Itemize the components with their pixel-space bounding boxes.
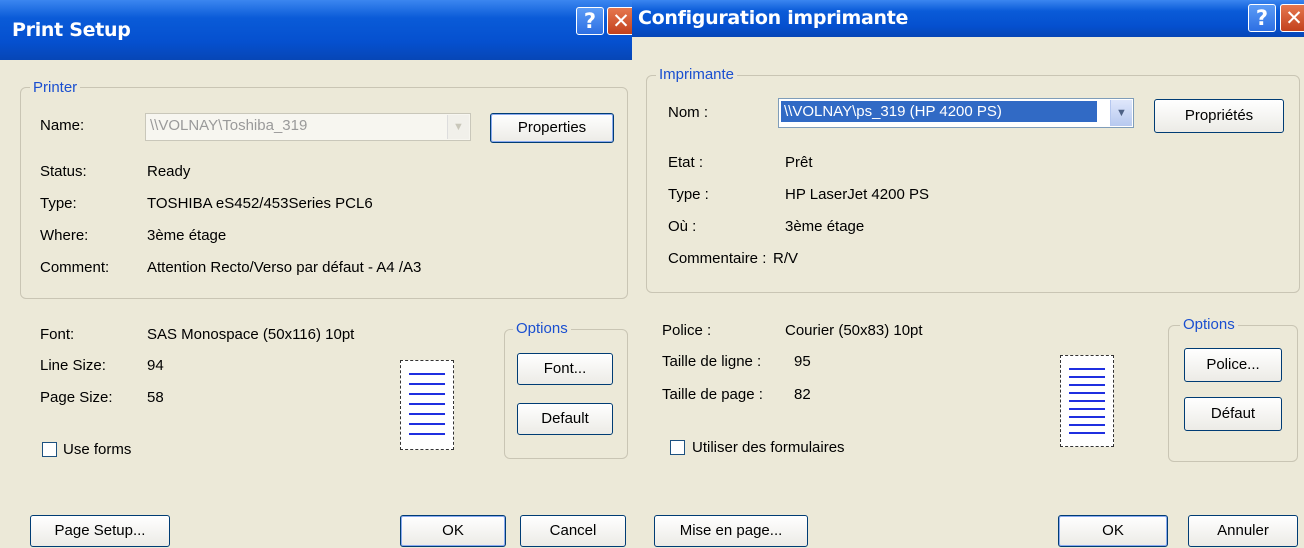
help-icon[interactable]: ? — [576, 7, 604, 35]
status-value: Ready — [147, 163, 191, 180]
page-setup-button[interactable]: Page Setup... — [30, 515, 170, 547]
properties-button[interactable]: Propriétés — [1154, 99, 1284, 133]
window-title: Configuration imprimante — [638, 7, 909, 29]
printer-group-label: Printer — [30, 79, 81, 96]
printer-name-select[interactable]: \\VOLNAY\Toshiba_319 ▼ — [145, 113, 471, 141]
chevron-down-icon[interactable]: ▼ — [447, 115, 469, 139]
comment-label: Comment: — [40, 259, 110, 276]
printer-group-label: Imprimante — [656, 66, 738, 83]
font-button[interactable]: Font... — [517, 353, 613, 385]
font-label: Font: — [40, 326, 75, 343]
close-icon[interactable]: ✕ — [607, 7, 632, 35]
page-size-value: 82 — [794, 386, 811, 403]
use-forms-checkbox[interactable] — [42, 442, 57, 457]
use-forms-label[interactable]: Utiliser des formulaires — [692, 439, 845, 456]
font-button[interactable]: Police... — [1184, 348, 1282, 382]
properties-button[interactable]: Properties — [490, 113, 614, 143]
where-label: Où : — [668, 218, 697, 235]
font-value: SAS Monospace (50x116) 10pt — [147, 326, 355, 343]
type-value: TOSHIBA eS452/453Series PCL6 — [147, 195, 373, 212]
page-preview-icon — [400, 360, 454, 450]
comment-label: Commentaire : — [668, 250, 767, 267]
page-setup-button[interactable]: Mise en page... — [654, 515, 808, 547]
help-icon[interactable]: ? — [1248, 4, 1276, 32]
options-group — [1168, 325, 1298, 462]
status-label: Etat : — [668, 154, 704, 171]
where-value: 3ème étage — [785, 218, 865, 235]
ok-button[interactable]: OK — [1058, 515, 1168, 547]
cancel-button[interactable]: Annuler — [1188, 515, 1298, 547]
title-bar: Print Setup ? ✕ — [0, 0, 632, 60]
comment-value: Attention Recto/Verso par défaut - A4 /A… — [147, 259, 422, 276]
ok-button[interactable]: OK — [400, 515, 506, 547]
name-label: Name: — [40, 117, 85, 134]
configuration-imprimante-dialog: Configuration imprimante ? ✕ Imprimante … — [632, 0, 1304, 548]
line-size-label: Taille de ligne : — [662, 353, 762, 370]
type-value: HP LaserJet 4200 PS — [785, 186, 929, 203]
options-group — [504, 329, 628, 459]
line-size-value: 95 — [794, 353, 811, 370]
options-group-label: Options — [513, 320, 571, 337]
comment-value: R/V — [773, 250, 799, 267]
close-icon[interactable]: ✕ — [1280, 4, 1304, 32]
status-label: Status: — [40, 163, 87, 180]
use-forms-label[interactable]: Use forms — [63, 441, 131, 458]
line-size-label: Line Size: — [40, 357, 106, 374]
page-size-value: 58 — [147, 389, 164, 406]
type-label: Type: — [40, 195, 77, 212]
font-label: Police : — [662, 322, 712, 339]
printer-name-value: \\VOLNAY\ps_319 (HP 4200 PS) — [781, 101, 1097, 122]
where-value: 3ème étage — [147, 227, 227, 244]
name-label: Nom : — [668, 104, 709, 121]
page-preview-icon — [1060, 355, 1114, 447]
page-size-label: Taille de page : — [662, 386, 763, 403]
use-forms-checkbox[interactable] — [670, 440, 685, 455]
options-group-label: Options — [1180, 316, 1238, 333]
default-button[interactable]: Défaut — [1184, 397, 1282, 431]
type-label: Type : — [668, 186, 709, 203]
status-value: Prêt — [785, 154, 813, 171]
printer-name-select[interactable]: \\VOLNAY\ps_319 (HP 4200 PS) ▼ — [778, 98, 1134, 128]
printer-name-value: \\VOLNAY\Toshiba_319 — [150, 117, 308, 134]
default-button[interactable]: Default — [517, 403, 613, 435]
chevron-down-icon[interactable]: ▼ — [1110, 100, 1132, 126]
line-size-value: 94 — [147, 357, 164, 374]
window-title: Print Setup — [12, 19, 131, 41]
cancel-button[interactable]: Cancel — [520, 515, 626, 547]
page-size-label: Page Size: — [40, 389, 113, 406]
title-bar: Configuration imprimante ? ✕ — [632, 0, 1304, 37]
font-value: Courier (50x83) 10pt — [785, 322, 923, 339]
where-label: Where: — [40, 227, 89, 244]
print-setup-dialog: Print Setup ? ✕ Printer Name: \\VOLNAY\T… — [0, 0, 632, 548]
